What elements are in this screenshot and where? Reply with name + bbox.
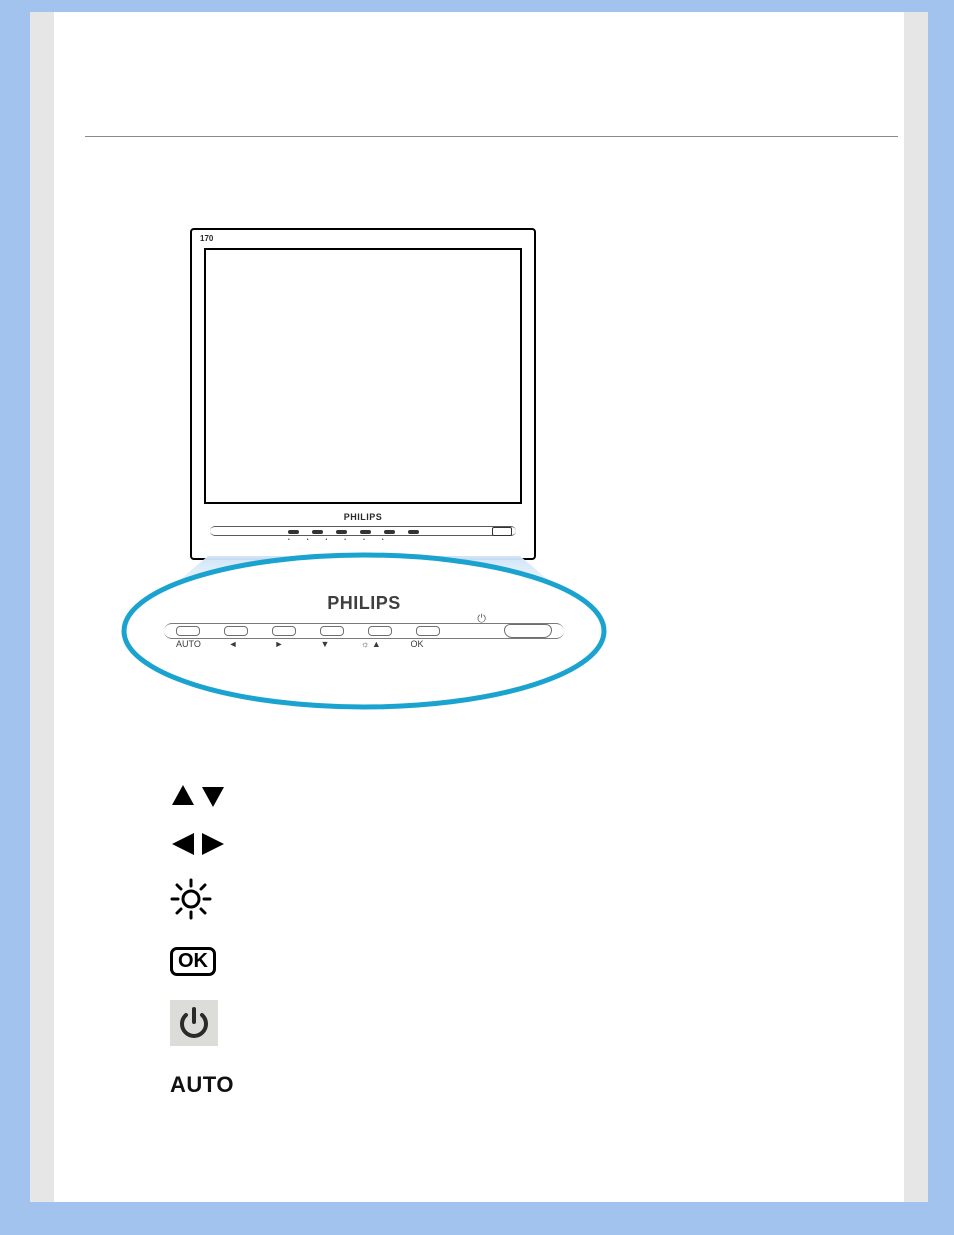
monitor-screen (204, 248, 522, 504)
monitor-button-ticks: •••••• (288, 537, 384, 543)
legend-row-left-right (170, 820, 620, 868)
monitor-mini-button (336, 530, 347, 534)
page-margin-right (904, 12, 928, 1202)
monitor-mini-button (384, 530, 395, 534)
auto-label: AUTO (170, 1072, 234, 1098)
monitor-mini-button (312, 530, 323, 534)
brightness-icon (170, 878, 256, 920)
closeup-label-ok: OK (406, 639, 428, 649)
closeup-button (416, 626, 440, 636)
legend-row-up-down (170, 772, 620, 820)
closeup-button (272, 626, 296, 636)
legend-row-auto: AUTO (170, 1054, 620, 1116)
horizontal-rule (85, 136, 898, 137)
page-margin-left (30, 12, 54, 1202)
closeup-label-left: ◄ (222, 639, 244, 649)
monitor-mini-button (288, 530, 299, 534)
monitor-buttons (288, 530, 419, 534)
power-icon (170, 1000, 256, 1046)
monitor-brand-label: PHILIPS (192, 512, 534, 522)
bezel-closeup: PHILIPS AUTO ◄ ► ▼ ☼ ▲ OK ⏻ (120, 551, 608, 711)
closeup-button (224, 626, 248, 636)
monitor-mini-button (360, 530, 371, 534)
monitor-mini-power (492, 527, 512, 536)
auto-icon: AUTO (170, 1072, 256, 1098)
closeup-button (320, 626, 344, 636)
legend-row-power (170, 992, 620, 1054)
closeup-power-glyph: ⏻ (477, 613, 486, 626)
closeup-brand-label: PHILIPS (164, 593, 564, 614)
up-down-icon (170, 783, 256, 809)
ok-icon: OK (170, 947, 256, 976)
legend-row-brightness (170, 868, 620, 930)
monitor-model-label: 170 (200, 234, 213, 243)
closeup-button (176, 626, 200, 636)
closeup-label-brightness-up: ☼ ▲ (360, 639, 382, 649)
left-right-icon (170, 831, 256, 857)
closeup-buttons (176, 626, 440, 636)
closeup-button-labels: AUTO ◄ ► ▼ ☼ ▲ OK (176, 639, 428, 649)
legend-row-ok: OK (170, 930, 620, 992)
closeup-label-down: ▼ (314, 639, 336, 649)
closeup-power-button (504, 624, 552, 638)
closeup-label-right: ► (268, 639, 290, 649)
closeup-panel: PHILIPS AUTO ◄ ► ▼ ☼ ▲ OK ⏻ (164, 593, 564, 653)
document-page: 170 PHILIPS •••••• (30, 12, 928, 1202)
monitor-mini-button (408, 530, 419, 534)
closeup-label-auto: AUTO (176, 639, 198, 649)
ok-label: OK (170, 947, 216, 976)
closeup-button (368, 626, 392, 636)
monitor-illustration: 170 PHILIPS •••••• (190, 228, 536, 560)
controls-legend: OK AUTO (170, 772, 620, 1116)
